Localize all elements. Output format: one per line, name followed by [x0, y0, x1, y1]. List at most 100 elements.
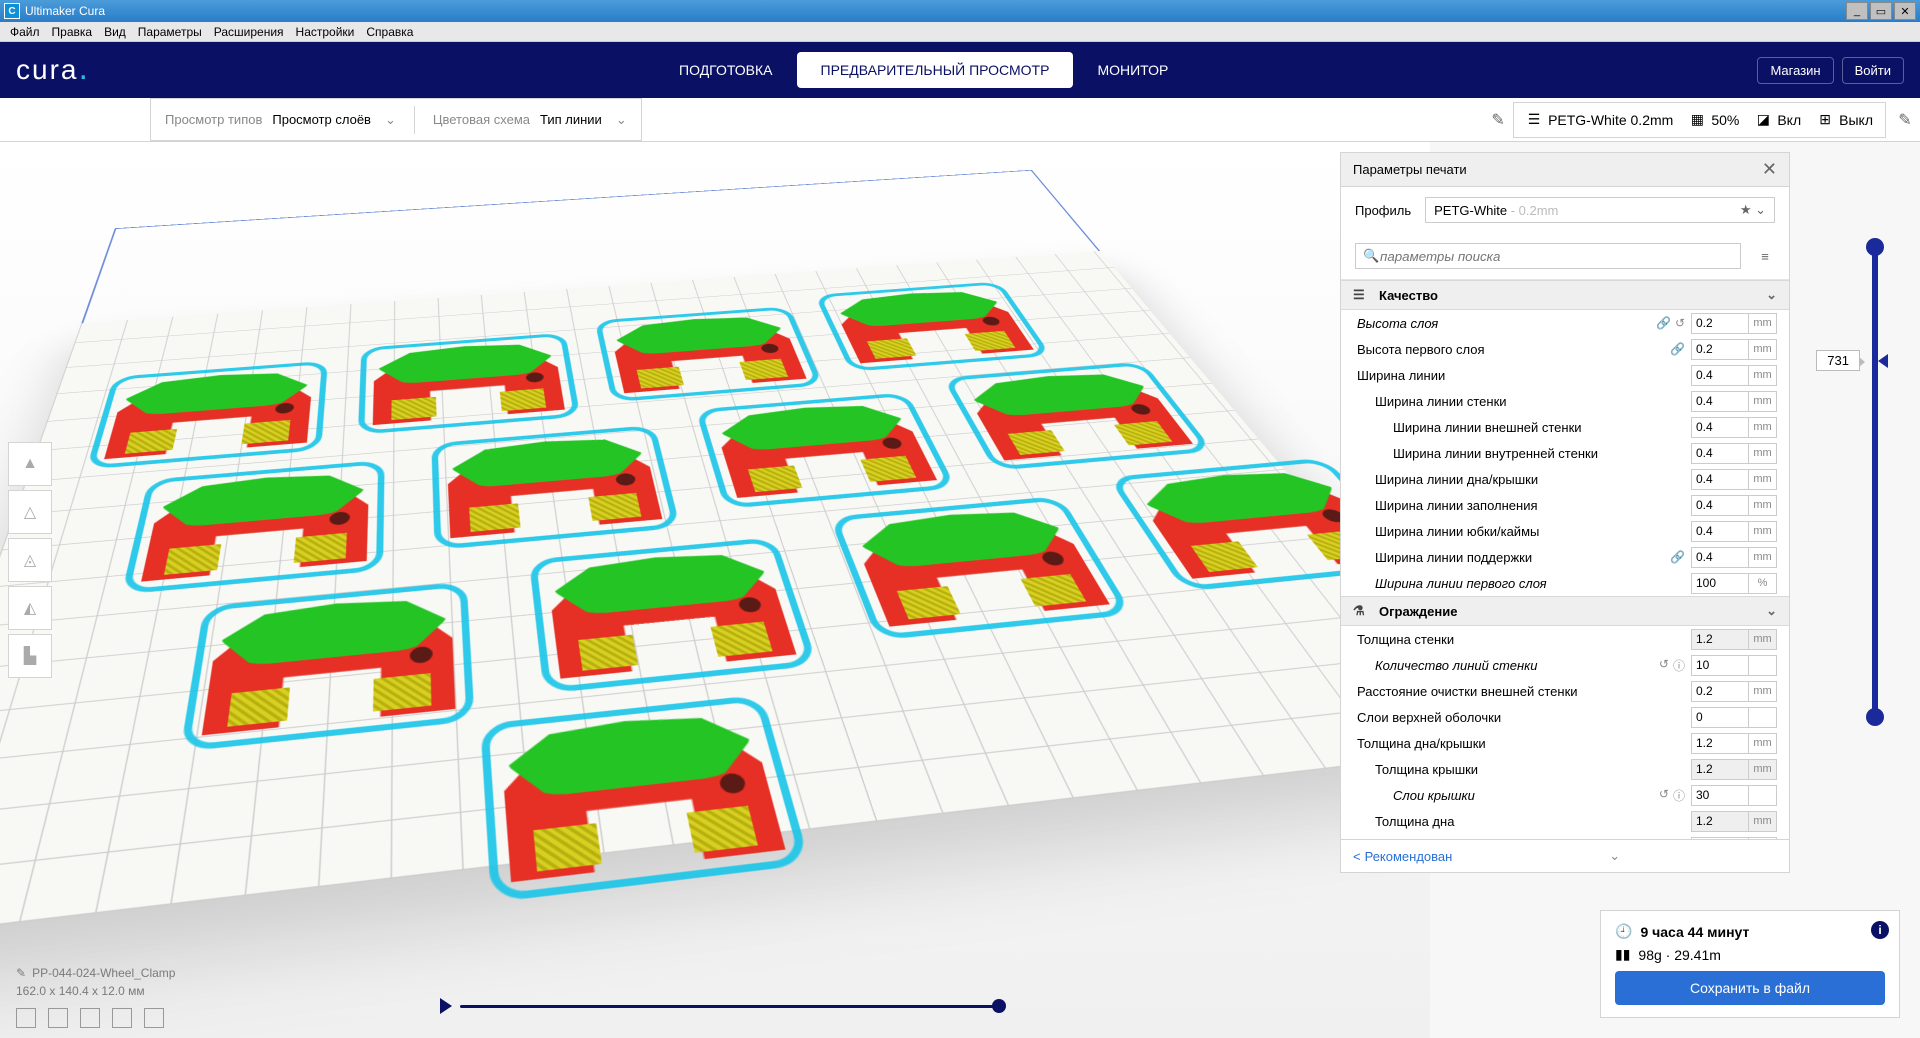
layer-slider-top-knob[interactable] — [1866, 238, 1884, 256]
info-icon[interactable]: ⓘ — [1673, 657, 1685, 674]
hamburger-icon[interactable]: ≡ — [1755, 249, 1775, 264]
setting-input[interactable] — [1691, 707, 1777, 728]
app-header: cura. ПОДГОТОВКА ПРЕДВАРИТЕЛЬНЫЙ ПРОСМОТ… — [0, 42, 1920, 98]
edit-icon[interactable]: ✎ — [1483, 102, 1513, 138]
setting-input[interactable]: mm — [1691, 733, 1777, 754]
simulation-timeline[interactable] — [440, 996, 1000, 1016]
section-quality[interactable]: ☰ Качество ⌄ — [1341, 280, 1789, 310]
setting-input[interactable]: mm — [1691, 629, 1777, 650]
setting-input[interactable]: mm — [1691, 339, 1777, 360]
panel-close-icon[interactable]: ✕ — [1762, 159, 1777, 180]
view-icons-row — [16, 1008, 164, 1028]
setting-input[interactable]: % — [1691, 573, 1777, 594]
link-icon[interactable]: 🔗 — [1670, 550, 1685, 564]
view-icon-3[interactable] — [80, 1008, 100, 1028]
chevron-down-icon[interactable]: ⌄ — [1609, 848, 1620, 864]
info-icon[interactable]: ⓘ — [1673, 787, 1685, 804]
setting-input[interactable]: mm — [1691, 547, 1777, 568]
search-icon: 🔍 — [1363, 248, 1379, 264]
view-icon-1[interactable] — [16, 1008, 36, 1028]
window-title: Ultimaker Cura — [25, 4, 105, 18]
layer-slider-pointer[interactable] — [1878, 354, 1888, 368]
info-icon[interactable]: i — [1871, 921, 1889, 939]
menu-view[interactable]: Вид — [98, 25, 132, 39]
menu-edit[interactable]: Правка — [46, 25, 99, 39]
object-dimensions: 162.0 x 140.4 x 12.0 мм — [16, 984, 175, 998]
infill-value: 50% — [1711, 112, 1739, 128]
material-usage: 98g · 29.41m — [1638, 947, 1721, 963]
reset-icon[interactable]: ↺ — [1675, 316, 1685, 330]
view-type-selector[interactable]: Просмотр типов Просмотр слоёв ⌄ Цветовая… — [150, 98, 642, 141]
view-icon-5[interactable] — [144, 1008, 164, 1028]
menu-settings[interactable]: Настройки — [290, 25, 361, 39]
settings-list[interactable]: ☰ Качество ⌄ Высота слоя🔗↺mm Высота перв… — [1341, 279, 1789, 839]
setting-input[interactable]: mm — [1691, 495, 1777, 516]
chevron-down-icon: ⌄ — [616, 112, 627, 128]
save-to-file-button[interactable]: Сохранить в файл — [1615, 971, 1885, 1005]
link-icon[interactable]: 🔗 — [1656, 316, 1671, 330]
window-maximize-button[interactable]: ▭ — [1870, 2, 1892, 20]
walls-icon: ⚗ — [1353, 603, 1371, 619]
section-walls[interactable]: ⚗ Ограждение ⌄ — [1341, 596, 1789, 626]
settings-search-input[interactable] — [1355, 243, 1741, 269]
menu-extensions[interactable]: Расширения — [208, 25, 290, 39]
profile-name: PETG-White 0.2mm — [1548, 112, 1673, 128]
chevron-down-icon: ⌄ — [1766, 287, 1777, 303]
reset-icon[interactable]: ↺ — [1659, 787, 1669, 804]
view-icon-4[interactable] — [112, 1008, 132, 1028]
layers-icon: ☰ — [1526, 112, 1542, 128]
tool-view-layers[interactable]: ◬ — [8, 538, 52, 582]
setting-input[interactable] — [1691, 655, 1777, 676]
tab-preview[interactable]: ПРЕДВАРИТЕЛЬНЫЙ ПРОСМОТР — [797, 52, 1074, 88]
recommended-button[interactable]: <Рекомендован — [1353, 849, 1452, 864]
adhesion-icon: ⊞ — [1817, 112, 1833, 128]
setting-input[interactable]: mm — [1691, 681, 1777, 702]
marketplace-button[interactable]: Магазин — [1757, 57, 1833, 84]
setting-input[interactable]: mm — [1691, 365, 1777, 386]
window-minimize-button[interactable]: _ — [1846, 2, 1868, 20]
pencil-icon[interactable]: ✎ — [16, 966, 26, 980]
window-close-button[interactable]: ✕ — [1894, 2, 1916, 20]
filament-icon: ▮▮ — [1615, 946, 1630, 963]
setting-input[interactable]: mm — [1691, 313, 1777, 334]
timeline-knob[interactable] — [992, 999, 1006, 1013]
view-icon-2[interactable] — [48, 1008, 68, 1028]
profile-selector[interactable]: PETG-White - 0.2mm ★ ⌄ — [1425, 197, 1775, 223]
view-type-value: Просмотр слоёв — [272, 112, 371, 127]
tool-view-solid[interactable]: ▲ — [8, 442, 52, 486]
tool-view-custom[interactable]: ▙ — [8, 634, 52, 678]
setting-input[interactable]: mm — [1691, 521, 1777, 542]
layer-slider-bottom-knob[interactable] — [1866, 708, 1884, 726]
edit-settings-icon[interactable]: ✎ — [1890, 102, 1920, 138]
setting-input[interactable]: mm — [1691, 443, 1777, 464]
play-icon[interactable] — [440, 998, 452, 1014]
setting-input[interactable]: mm — [1691, 759, 1777, 780]
menu-parameters[interactable]: Параметры — [132, 25, 208, 39]
link-icon[interactable]: 🔗 — [1670, 342, 1685, 356]
layer-slider[interactable]: 731 — [1800, 242, 1900, 722]
timeline-track[interactable] — [460, 1005, 1000, 1008]
profile-label: Профиль — [1355, 203, 1411, 218]
tab-monitor[interactable]: МОНИТОР — [1073, 52, 1192, 88]
tool-view-prepare[interactable]: ◭ — [8, 586, 52, 630]
infill-icon: ▦ — [1689, 112, 1705, 128]
menu-file[interactable]: Файл — [4, 25, 46, 39]
3d-viewport[interactable] — [0, 142, 1430, 1038]
quality-icon: ☰ — [1353, 287, 1371, 303]
login-button[interactable]: Войти — [1842, 57, 1904, 84]
adhesion-value: Выкл — [1839, 112, 1873, 128]
reset-icon[interactable]: ↺ — [1659, 657, 1669, 674]
print-settings-summary[interactable]: ☰PETG-White 0.2mm ▦50% ◪Вкл ⊞Выкл — [1513, 102, 1886, 138]
setting-input[interactable]: mm — [1691, 811, 1777, 832]
tool-view-xray[interactable]: △ — [8, 490, 52, 534]
setting-input[interactable]: mm — [1691, 417, 1777, 438]
panel-title: Параметры печати — [1353, 162, 1467, 177]
menu-help[interactable]: Справка — [360, 25, 419, 39]
print-time: 9 часа 44 минут — [1640, 924, 1749, 940]
tab-prepare[interactable]: ПОДГОТОВКА — [655, 52, 796, 88]
setting-input[interactable]: mm — [1691, 391, 1777, 412]
setting-input[interactable]: mm — [1691, 469, 1777, 490]
slice-result-box: i 🕘9 часа 44 минут ▮▮98g · 29.41m Сохран… — [1600, 910, 1900, 1018]
chevron-down-icon: ⌄ — [385, 112, 396, 128]
setting-input[interactable] — [1691, 785, 1777, 806]
